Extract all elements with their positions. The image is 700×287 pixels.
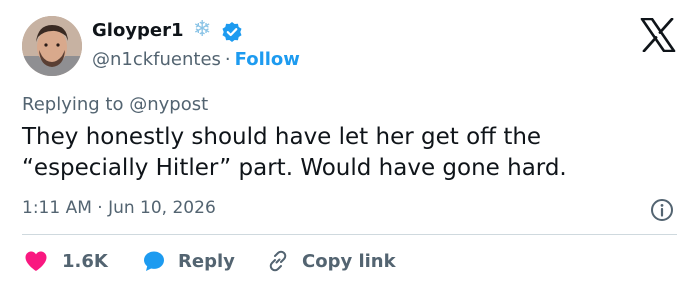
display-name[interactable]: Gloyper1 — [92, 20, 184, 41]
snowflake-icon: ❄ — [193, 17, 212, 42]
divider — [22, 234, 677, 235]
link-icon — [269, 250, 287, 272]
heart-icon — [25, 251, 47, 271]
copy-link-label: Copy link — [302, 250, 396, 272]
replying-to-line: Replying to @nypost — [22, 94, 208, 115]
user-handle[interactable]: @n1ckfuentes — [92, 49, 221, 70]
like-button[interactable]: 1.6K — [24, 246, 108, 276]
avatar-image — [22, 16, 82, 76]
handle-line: @n1ckfuentes · Follow — [92, 49, 300, 70]
copy-link-button[interactable]: Copy link — [266, 246, 396, 276]
replying-to-handle[interactable]: @nypost — [129, 94, 208, 115]
replying-to-label: Replying to — [22, 94, 124, 115]
separator-dot: · — [224, 49, 231, 70]
follow-link[interactable]: Follow — [235, 49, 300, 70]
action-bar: 1.6K Reply Copy link — [22, 246, 682, 276]
tweet-timestamp[interactable]: 1:11 AM · Jun 10, 2026 — [22, 198, 216, 218]
avatar[interactable] — [22, 16, 82, 76]
reply-button[interactable]: Reply — [142, 246, 235, 276]
like-count: 1.6K — [62, 250, 108, 272]
chat-bubble-icon — [144, 251, 164, 271]
tweet-card: Gloyper1 ❄ @n1ckfuentes · Follow Replying … — [0, 0, 700, 287]
info-icon[interactable] — [650, 198, 674, 222]
reply-label: Reply — [178, 250, 235, 272]
x-logo-icon[interactable] — [640, 18, 676, 52]
tweet-text: They honestly should have let her get of… — [22, 124, 567, 181]
verified-badge-icon — [222, 22, 242, 42]
